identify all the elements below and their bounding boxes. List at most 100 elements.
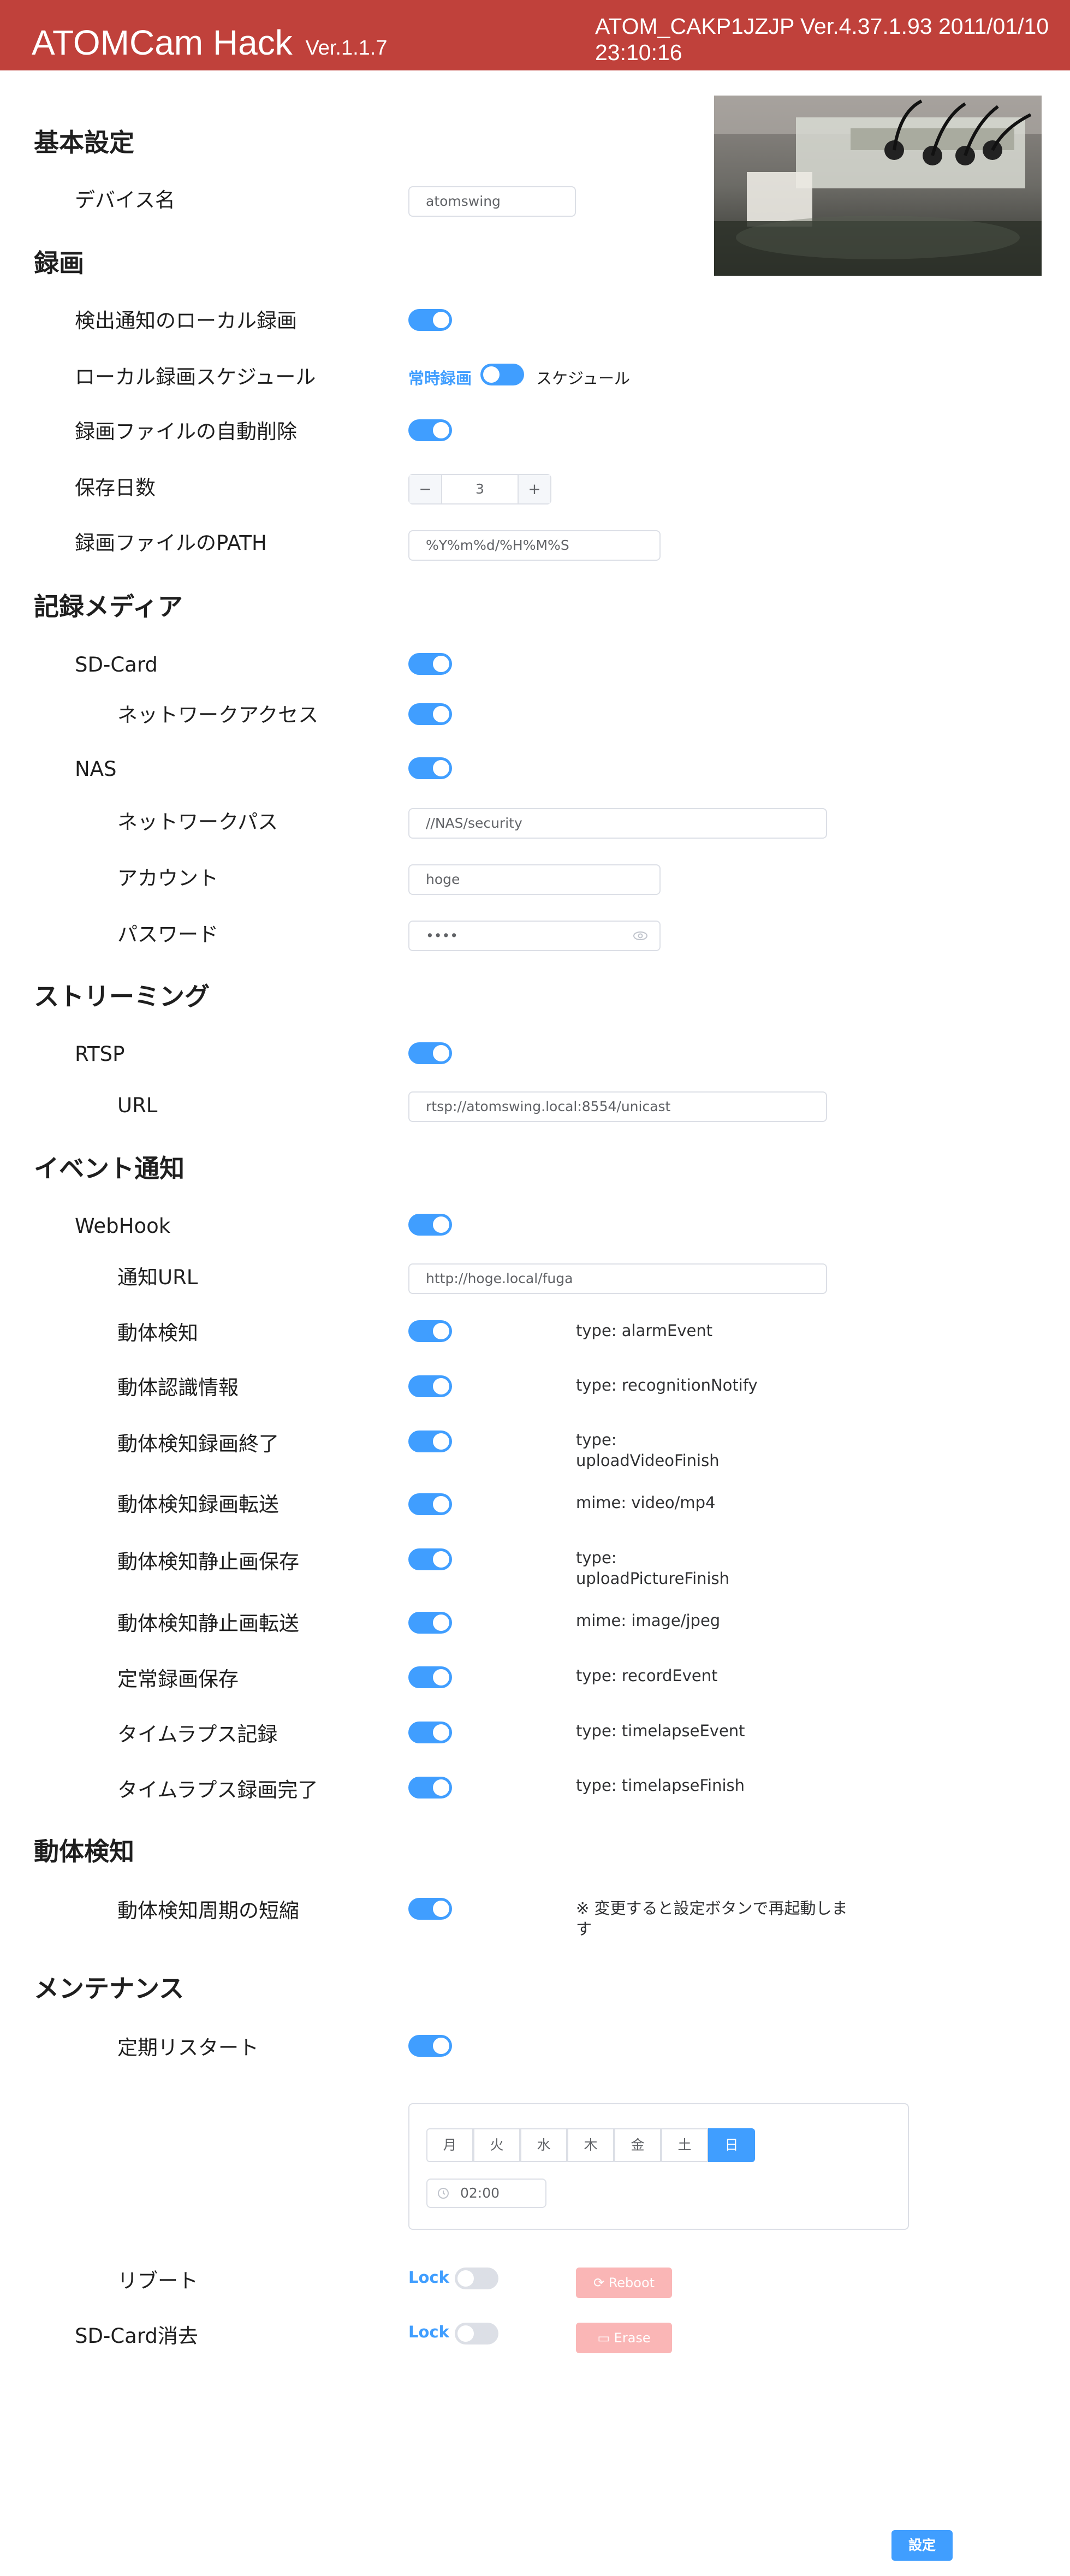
device-name-label: デバイス名 xyxy=(75,188,175,212)
event-item-switch[interactable] xyxy=(408,1722,452,1743)
event-item-label: 動体検知静止画保存 xyxy=(117,1550,299,1574)
device-name-value: atomswing xyxy=(426,193,501,209)
motion-shorten-switch[interactable] xyxy=(408,1898,452,1920)
event-item-switch[interactable] xyxy=(408,1493,452,1515)
notify-url-label: 通知URL xyxy=(117,1266,198,1289)
decrement-button[interactable]: − xyxy=(409,475,442,503)
sdcard-switch[interactable] xyxy=(408,653,452,675)
app-title: ATOMCam Hack Ver.1.1.7 xyxy=(32,21,387,70)
section-maintenance: メンテナンス xyxy=(34,1974,185,2003)
auto-delete-label: 録画ファイルの自動削除 xyxy=(75,420,297,443)
event-item-label: タイムラプス記録 xyxy=(117,1723,278,1746)
camera-preview-image[interactable] xyxy=(714,96,1042,276)
webhook-label: WebHook xyxy=(75,1214,171,1238)
section-basic: 基本設定 xyxy=(34,128,134,157)
event-item-type: type: timelapseFinish xyxy=(576,1776,745,1795)
reboot-button[interactable]: ⟳ Reboot xyxy=(576,2268,672,2298)
eye-icon[interactable] xyxy=(632,929,649,945)
day-button-tue[interactable]: 火 xyxy=(473,2128,520,2162)
event-item-type: type: alarmEvent xyxy=(576,1321,713,1340)
sdcard-label: SD-Card xyxy=(75,653,158,676)
event-item-switch[interactable] xyxy=(408,1320,452,1342)
event-item-type: mime: video/mp4 xyxy=(576,1493,716,1512)
rtsp-url-value: rtsp://atomswing.local:8554/unicast xyxy=(426,1099,671,1114)
reboot-label: リブート xyxy=(117,2269,198,2293)
section-events: イベント通知 xyxy=(34,1154,185,1183)
app-version: Ver.1.1.7 xyxy=(305,37,388,60)
event-item-switch[interactable] xyxy=(408,1548,452,1570)
day-button-thu[interactable]: 木 xyxy=(567,2128,614,2162)
event-item-label: 動体認識情報 xyxy=(117,1376,239,1399)
erase-lock-label: Lock xyxy=(408,2323,449,2341)
time-picker[interactable]: 02:00 xyxy=(426,2179,546,2208)
reboot-lock-switch[interactable] xyxy=(455,2268,498,2289)
event-item-switch[interactable] xyxy=(408,1777,452,1799)
network-path-input[interactable]: //NAS/security xyxy=(408,808,827,839)
network-path-label: ネットワークパス xyxy=(117,810,278,834)
section-recording: 録画 xyxy=(34,248,84,278)
section-motion: 動体検知 xyxy=(34,1837,134,1866)
schedule-mode-switch[interactable] xyxy=(480,364,524,385)
webhook-switch[interactable] xyxy=(408,1214,452,1236)
detect-local-record-switch[interactable] xyxy=(408,309,452,331)
notify-url-value: http://hoge.local/fuga xyxy=(426,1271,573,1286)
erase-button-label: Erase xyxy=(614,2330,651,2346)
event-item-type: type: uploadVideoFinish xyxy=(576,1431,720,1470)
restart-note: ※ 変更すると設定ボタンで再起動します xyxy=(576,1899,848,1938)
day-button-mon[interactable]: 月 xyxy=(426,2128,473,2162)
rtsp-url-input[interactable]: rtsp://atomswing.local:8554/unicast xyxy=(408,1091,827,1122)
event-item-switch[interactable] xyxy=(408,1375,452,1397)
account-input[interactable]: hoge xyxy=(408,864,661,895)
event-item-switch[interactable] xyxy=(408,1431,452,1452)
event-item-switch[interactable] xyxy=(408,1666,452,1688)
event-item-type: type: timelapseEvent xyxy=(576,1722,745,1740)
day-button-sat[interactable]: 土 xyxy=(661,2128,708,2162)
rtsp-switch[interactable] xyxy=(408,1042,452,1064)
sdcard-icon: ▭ xyxy=(597,2330,610,2346)
rtsp-label: RTSP xyxy=(75,1042,125,1066)
day-button-fri[interactable]: 金 xyxy=(614,2128,661,2162)
keep-days-stepper[interactable]: − 3 + xyxy=(408,474,551,504)
event-item-switch[interactable] xyxy=(408,1612,452,1634)
erase-lock-switch[interactable] xyxy=(455,2323,498,2344)
nas-switch[interactable] xyxy=(408,757,452,779)
device-info: ATOM_CAKP1JZJP Ver.4.37.1.93 2011/01/10 … xyxy=(595,14,1049,65)
erase-button[interactable]: ▭ Erase xyxy=(576,2323,672,2353)
network-access-switch[interactable] xyxy=(408,703,452,725)
nas-label: NAS xyxy=(75,757,117,781)
periodic-restart-label: 定期リスタート xyxy=(117,2036,259,2059)
password-value: •••• xyxy=(426,928,458,943)
notify-url-input[interactable]: http://hoge.local/fuga xyxy=(408,1263,827,1294)
restart-schedule-panel xyxy=(408,2103,909,2230)
reboot-lock-label: Lock xyxy=(408,2268,449,2287)
account-label: アカウント xyxy=(117,866,218,890)
increment-button[interactable]: + xyxy=(518,475,550,503)
sdcard-erase-label: SD-Card消去 xyxy=(75,2324,198,2348)
account-value: hoge xyxy=(426,871,460,887)
auto-delete-switch[interactable] xyxy=(408,419,452,441)
periodic-restart-switch[interactable] xyxy=(408,2035,452,2057)
reboot-icon: ⟳ xyxy=(593,2275,605,2290)
section-streaming: ストリーミング xyxy=(34,982,210,1011)
schedule-option[interactable]: スケジュール xyxy=(536,366,630,389)
event-item-type: mime: image/jpeg xyxy=(576,1611,721,1630)
event-item-label: 定常録画保存 xyxy=(117,1667,239,1691)
section-media: 記録メディア xyxy=(34,592,183,621)
path-input[interactable]: %Y%m%d/%H%M%S xyxy=(408,530,661,561)
app-header: ATOMCam Hack Ver.1.1.7 ATOM_CAKP1JZJP Ve… xyxy=(0,0,1070,70)
network-path-value: //NAS/security xyxy=(426,815,522,831)
event-item-label: 動体検知 xyxy=(117,1321,198,1345)
password-input[interactable]: •••• xyxy=(408,921,661,951)
time-value: 02:00 xyxy=(460,2185,500,2201)
day-button-sun[interactable]: 日 xyxy=(708,2128,755,2162)
event-item-label: 動体検知静止画転送 xyxy=(117,1612,299,1635)
save-button[interactable]: 設定 xyxy=(891,2530,953,2561)
event-item-label: 動体検知録画終了 xyxy=(117,1432,279,1456)
always-record-option[interactable]: 常時録画 xyxy=(408,366,472,389)
device-name-input[interactable]: atomswing xyxy=(408,186,576,217)
keep-days-value[interactable]: 3 xyxy=(442,475,518,503)
detect-local-record-label: 検出通知のローカル録画 xyxy=(75,309,297,333)
event-item-type: type: uploadPictureFinish xyxy=(576,1548,730,1588)
day-button-wed[interactable]: 水 xyxy=(520,2128,567,2162)
path-value: %Y%m%d/%H%M%S xyxy=(426,537,569,553)
